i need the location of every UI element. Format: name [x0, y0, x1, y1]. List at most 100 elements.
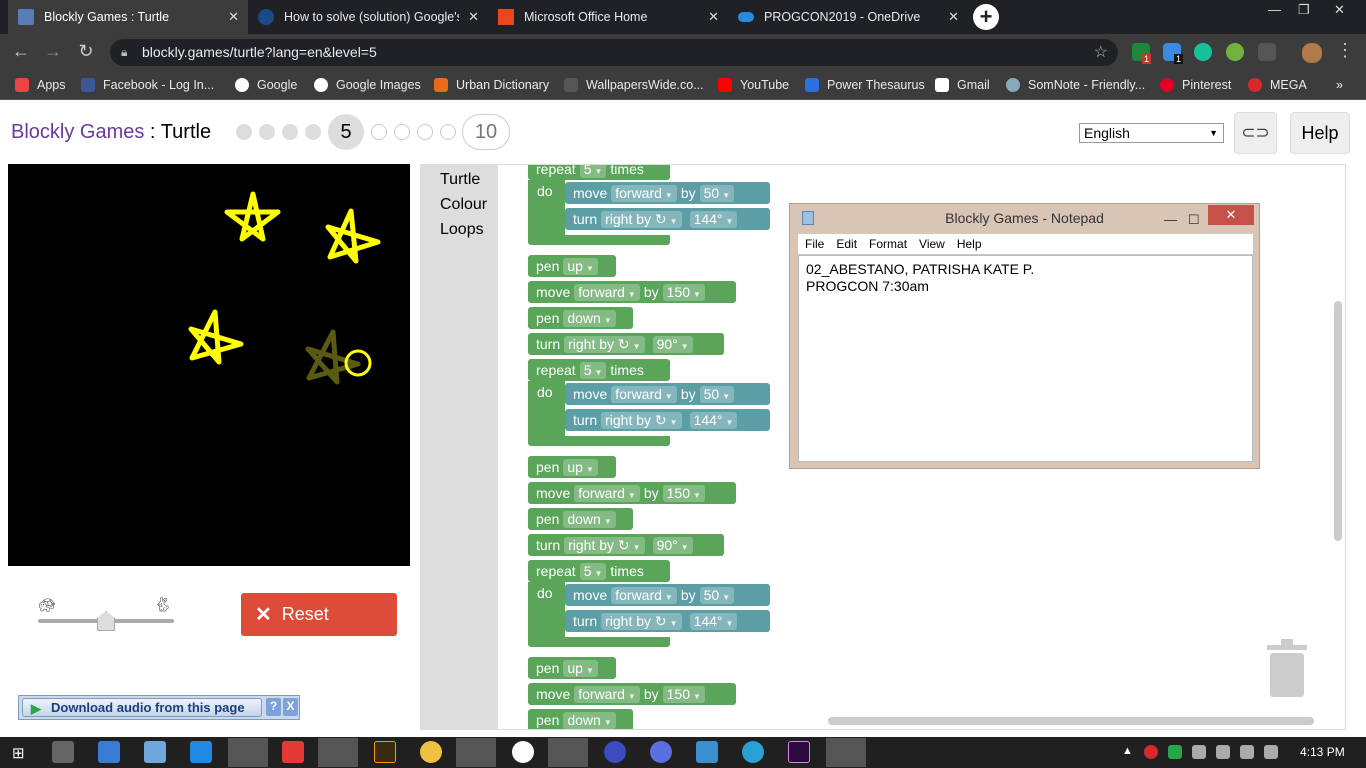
tray-battery-icon[interactable] [1240, 745, 1254, 759]
tab-office[interactable]: Microsoft Office Home ✕ [488, 0, 728, 34]
pen-up-block[interactable]: pen up ▼ [528, 255, 616, 277]
angle-field[interactable]: 90° ▼ [652, 335, 693, 353]
chrome-icon[interactable] [548, 738, 588, 767]
toolbox-category-loops[interactable]: Loops [440, 221, 484, 239]
toolbox-category-turtle[interactable]: Turtle [440, 171, 480, 189]
menu-dots-icon[interactable]: ⋮ [1334, 40, 1356, 61]
trash-icon[interactable] [1267, 639, 1307, 699]
tab-solution[interactable]: How to solve (solution) Google's ✕ [248, 0, 488, 34]
turn-direction-field[interactable]: right by ↻ ▼ [601, 411, 682, 429]
notepad-text-area[interactable]: 02_ABESTANO, PATRISHA KATE P. PROGCON 7:… [798, 255, 1253, 462]
direction-field[interactable]: forward ▼ [611, 184, 677, 202]
window-app-icon[interactable] [826, 738, 866, 767]
close-window-icon[interactable]: ✕ [1334, 2, 1345, 18]
current-level-indicator[interactable]: 5 [328, 114, 364, 150]
restore-window-icon[interactable]: ❐ [1298, 2, 1310, 18]
move-block[interactable]: move forward ▼ by 150 ▼ [528, 281, 736, 303]
tab-blockly[interactable]: Blockly Games : Turtle ✕ [8, 0, 248, 34]
app-red-icon[interactable] [282, 741, 304, 763]
bookmark-urban-dictionary[interactable]: Urban Dictionary [434, 76, 549, 94]
direction-field[interactable]: forward ▼ [574, 685, 640, 703]
pen-state-field[interactable]: down ▼ [563, 711, 616, 729]
direction-field[interactable]: forward ▼ [611, 586, 677, 604]
app-cat-icon[interactable] [420, 741, 442, 763]
bookmark-google[interactable]: Google [235, 76, 297, 94]
move-block[interactable]: move forward ▼ by 50 ▼ [565, 383, 770, 405]
maximize-icon[interactable]: ☐ [1188, 206, 1200, 234]
avatar[interactable] [1302, 43, 1322, 63]
more-bookmarks-icon[interactable]: » [1336, 76, 1343, 94]
close-tab-icon[interactable]: ✕ [228, 9, 239, 25]
close-tab-icon[interactable]: ✕ [468, 9, 479, 25]
pen-down-block[interactable]: pen down ▼ [528, 307, 633, 329]
messenger-icon[interactable] [650, 741, 672, 763]
turn-block[interactable]: turn right by ↻ ▼ 90° ▼ [528, 333, 724, 355]
illustrator-icon[interactable] [374, 741, 396, 763]
toolbox-category-colour[interactable]: Colour [440, 196, 487, 214]
move-block[interactable]: move forward ▼ by 50 ▼ [565, 584, 770, 606]
menu-format[interactable]: Format [869, 237, 907, 251]
turn-direction-field[interactable]: right by ↻ ▼ [564, 335, 645, 353]
taskbar-clock[interactable]: 4:13 PM [1300, 745, 1345, 759]
keyboard-icon[interactable] [696, 741, 718, 763]
tray-volume-icon[interactable] [1264, 745, 1278, 759]
bookmark-apps[interactable]: Apps [15, 76, 66, 94]
move-block[interactable]: move forward ▼ by 50 ▼ [565, 182, 770, 204]
level-9-dot[interactable] [440, 124, 456, 140]
spotify-icon[interactable] [456, 738, 496, 767]
app-blue-icon[interactable] [604, 741, 626, 763]
download-help-button[interactable]: ? [266, 698, 281, 716]
level-2-dot[interactable] [259, 124, 275, 140]
level-8-dot[interactable] [417, 124, 433, 140]
turn-block[interactable]: turn right by ↻ ▼ 144° ▼ [565, 409, 770, 431]
bookmark-power-thesaurus[interactable]: Power Thesaurus [805, 76, 925, 94]
pen-state-field[interactable]: up ▼ [563, 257, 598, 275]
repeat-block[interactable]: repeat 5 ▼ times [528, 165, 670, 180]
angle-field[interactable]: 144° ▼ [689, 210, 738, 228]
vertical-scrollbar[interactable] [1334, 301, 1342, 541]
distance-field[interactable]: 50 ▼ [699, 385, 735, 403]
bookmark-wallpaperswide[interactable]: WallpapersWide.co... [564, 76, 704, 94]
level-6-dot[interactable] [371, 124, 387, 140]
bookmark-star-icon[interactable]: ☆ [1094, 39, 1108, 66]
menu-help[interactable]: Help [957, 237, 982, 251]
download-audio-button[interactable]: ▶ Download audio from this page [22, 698, 262, 717]
direction-field[interactable]: forward ▼ [611, 385, 677, 403]
pen-up-block[interactable]: pen up ▼ [528, 456, 616, 478]
pen-state-field[interactable]: up ▼ [563, 659, 598, 677]
grammarly-icon[interactable] [1194, 43, 1212, 61]
menu-file[interactable]: File [805, 237, 824, 251]
close-tab-icon[interactable]: ✕ [708, 9, 719, 25]
level-7-dot[interactable] [394, 124, 410, 140]
menu-edit[interactable]: Edit [836, 237, 857, 251]
close-notepad-button[interactable]: ✕ [1208, 205, 1254, 225]
angle-field[interactable]: 90° ▼ [652, 536, 693, 554]
level-4-dot[interactable] [305, 124, 321, 140]
bookmark-gmail[interactable]: Gmail [935, 76, 990, 94]
turn-block[interactable]: turn right by ↻ ▼ 144° ▼ [565, 208, 770, 230]
repeat-count-field[interactable]: 5 ▼ [579, 361, 607, 379]
angle-field[interactable]: 144° ▼ [689, 612, 738, 630]
bookmark-pinterest[interactable]: Pinterest [1160, 76, 1231, 94]
angle-field[interactable]: 144° ▼ [689, 411, 738, 429]
download-icon[interactable] [1258, 43, 1276, 61]
back-icon[interactable]: ← [10, 41, 32, 62]
tray-mega-icon[interactable] [1144, 745, 1158, 759]
turn-direction-field[interactable]: right by ↻ ▼ [601, 210, 682, 228]
outlook-app-icon[interactable] [190, 741, 212, 763]
notepad-title-bar[interactable]: Blockly Games - Notepad — ☐ ✕ [790, 204, 1259, 232]
turn-block[interactable]: turn right by ↻ ▼ 90° ▼ [528, 534, 724, 556]
turn-direction-field[interactable]: right by ↻ ▼ [564, 536, 645, 554]
speed-slider[interactable]: 🐢︎ 🐇︎ [36, 593, 176, 633]
menu-view[interactable]: View [919, 237, 945, 251]
bookmark-mega[interactable]: MEGA [1248, 76, 1307, 94]
direction-field[interactable]: forward ▼ [574, 283, 640, 301]
repeat-block[interactable]: repeat 5 ▼ times [528, 359, 670, 381]
move-block[interactable]: move forward ▼ by 150 ▼ [528, 482, 736, 504]
distance-field[interactable]: 150 ▼ [662, 685, 705, 703]
tab-onedrive[interactable]: PROGCON2019 - OneDrive ✕ [728, 0, 968, 34]
bookmark-youtube[interactable]: YouTube [718, 76, 789, 94]
pen-down-block[interactable]: pen down ▼ [528, 709, 633, 729]
bookmark-google-images[interactable]: Google Images [314, 76, 421, 94]
repeat-count-field[interactable]: 5 ▼ [579, 562, 607, 580]
